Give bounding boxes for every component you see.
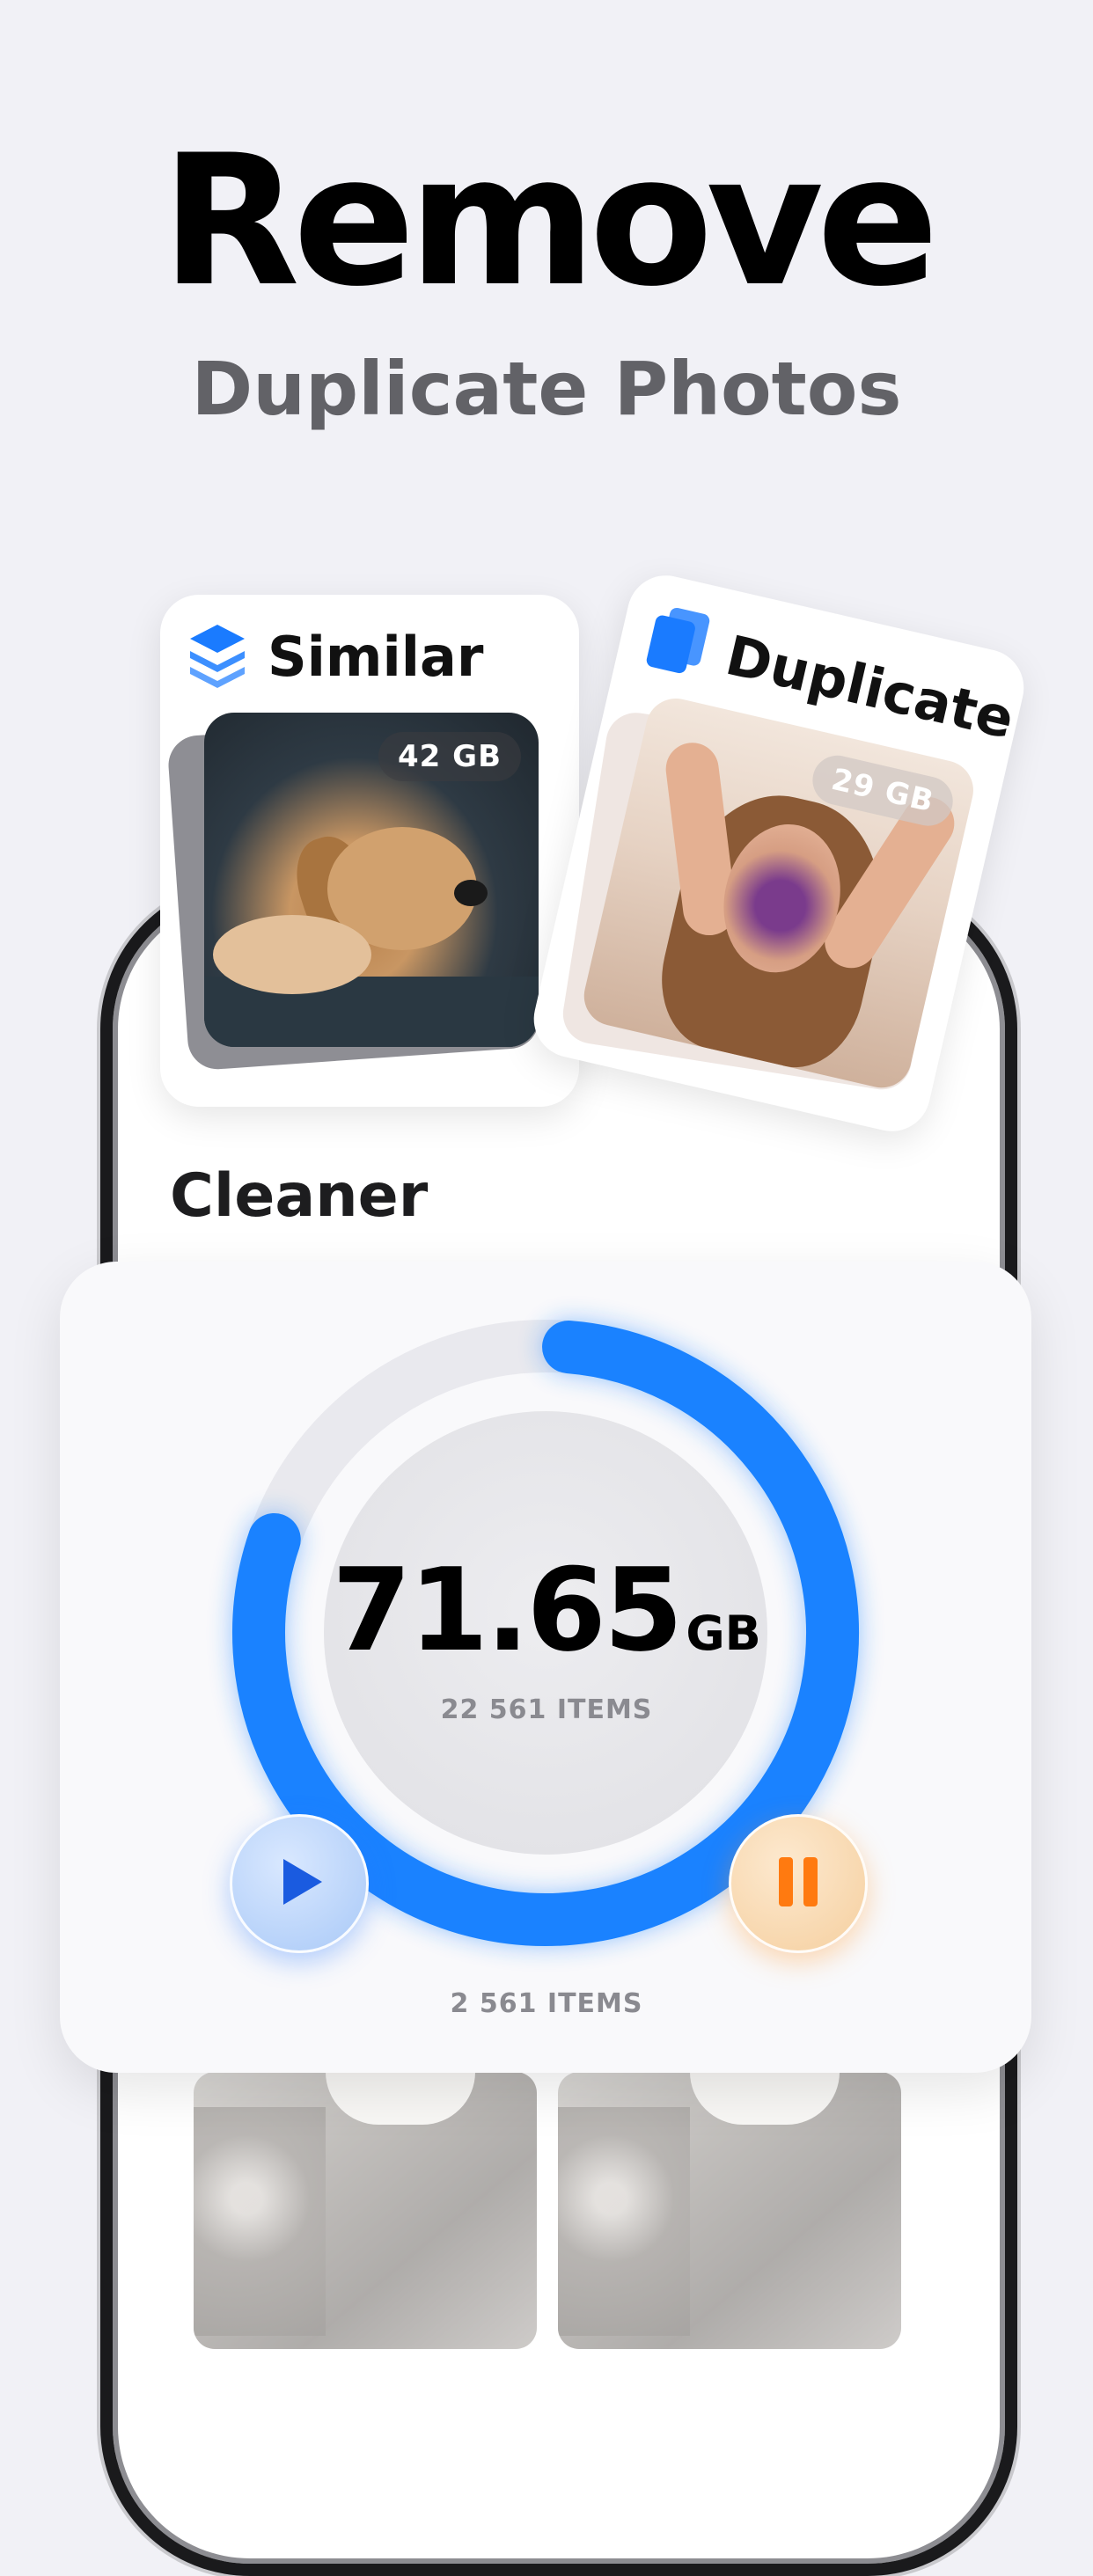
storage-unit: GB: [686, 1606, 761, 1661]
headline-title: Remove: [160, 117, 939, 326]
similar-size-badge: 42 GB: [378, 732, 521, 781]
screen-title: Cleaner: [170, 1161, 429, 1231]
duplicate-files-icon: [640, 599, 716, 686]
dog-photo: 42 GB: [204, 713, 539, 1047]
storage-amount: 71.65: [332, 1543, 683, 1677]
storage-value: 71.65 GB: [0, 1553, 1093, 1667]
total-items-count: 22 561 ITEMS: [440, 1694, 653, 1725]
gallery-thumb[interactable]: [194, 2072, 537, 2349]
similar-card[interactable]: Similar 42 GB: [160, 595, 579, 1107]
gallery-thumb[interactable]: [558, 2072, 901, 2349]
similar-card-title: Similar: [268, 625, 484, 689]
similar-photo-stack: 42 GB: [166, 713, 547, 1072]
pause-button[interactable]: [729, 1814, 868, 1953]
pause-icon: [774, 1854, 823, 1914]
play-button[interactable]: [230, 1814, 369, 1953]
layers-icon: [187, 621, 248, 692]
duplicate-photo-stack: 29 GB: [548, 687, 987, 1113]
selected-items-count: 2 561 ITEMS: [450, 1988, 643, 2019]
play-icon: [271, 1854, 327, 1914]
photo-gallery: [194, 2072, 901, 2353]
headline-subtitle: Duplicate Photos: [191, 346, 902, 432]
